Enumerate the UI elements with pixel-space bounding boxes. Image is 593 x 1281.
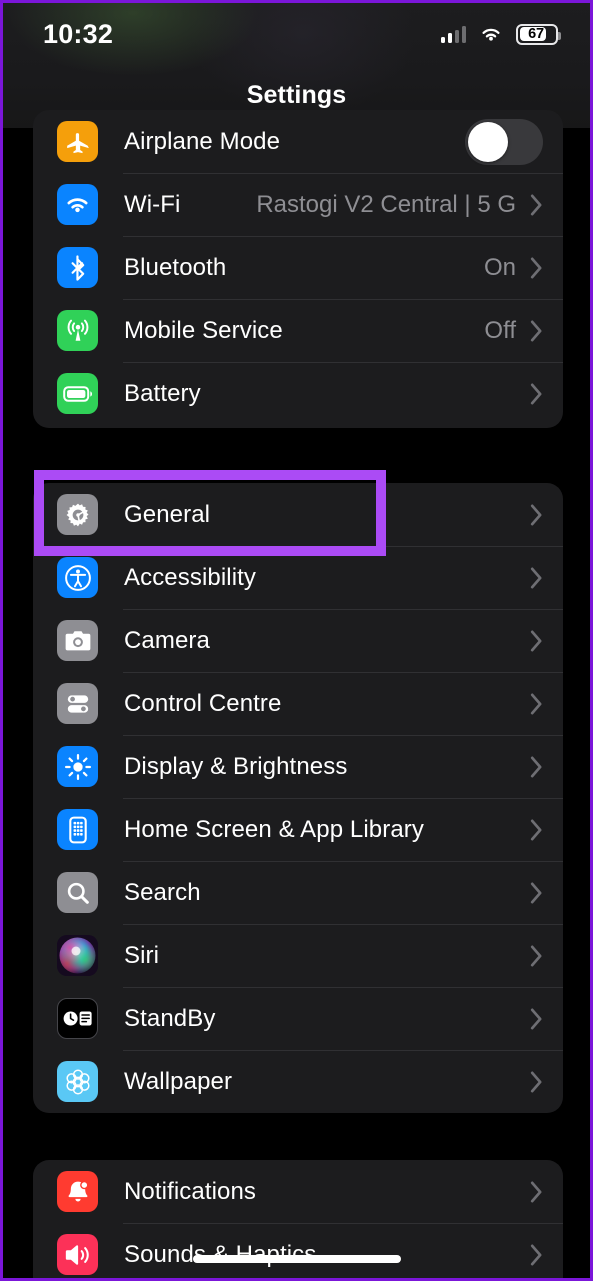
battery-icon xyxy=(57,373,98,414)
settings-row-label: StandBy xyxy=(124,1004,216,1032)
wifi-icon xyxy=(479,25,503,43)
standby-icon xyxy=(57,998,98,1039)
settings-row-label: Airplane Mode xyxy=(124,127,281,155)
settings-row-label: Battery xyxy=(124,379,201,407)
accessibility-icon xyxy=(57,557,98,598)
settings-row-search[interactable]: Search xyxy=(33,861,563,924)
chevron-right-icon xyxy=(530,755,543,778)
chevron-right-icon xyxy=(530,1007,543,1030)
settings-row-wallpaper[interactable]: Wallpaper xyxy=(33,1050,563,1113)
settings-row-label: Wi-Fi xyxy=(124,190,181,218)
bell-icon xyxy=(57,1171,98,1212)
settings-row-sounds-haptics[interactable]: Sounds & Haptics xyxy=(33,1223,563,1278)
cellular-bars-icon xyxy=(440,25,466,43)
settings-row-label: Siri xyxy=(124,941,160,969)
battery-percent-label: 67 xyxy=(528,26,544,42)
wifi-network-value: Rastogi V2 Central | 5 G xyxy=(256,190,516,218)
settings-row-label: Display & Brightness xyxy=(124,752,348,780)
settings-row-battery[interactable]: Battery xyxy=(33,362,563,425)
settings-row-control-centre[interactable]: Control Centre xyxy=(33,672,563,735)
chevron-right-icon xyxy=(530,1070,543,1093)
mobile-service-status-value: Off xyxy=(484,316,516,344)
settings-row-label: Mobile Service xyxy=(124,316,283,344)
chevron-right-icon xyxy=(530,566,543,589)
siri-icon xyxy=(57,935,98,976)
cellular-antenna-icon xyxy=(57,310,98,351)
settings-section-connectivity: Airplane Mode Wi-Fi Rastogi V2 Central |… xyxy=(33,110,563,428)
settings-row-camera[interactable]: Camera xyxy=(33,609,563,672)
control-centre-icon xyxy=(57,683,98,724)
speaker-icon xyxy=(57,1234,98,1275)
chevron-right-icon xyxy=(530,629,543,652)
settings-row-mobile-service[interactable]: Mobile Service Off xyxy=(33,299,563,362)
settings-row-label: Control Centre xyxy=(124,689,282,717)
status-bar: 10:32 67 xyxy=(3,3,590,65)
chevron-right-icon xyxy=(530,692,543,715)
settings-row-label: Home Screen & App Library xyxy=(124,815,424,843)
gear-icon xyxy=(57,494,98,535)
settings-row-wifi[interactable]: Wi-Fi Rastogi V2 Central | 5 G xyxy=(33,173,563,236)
settings-row-label: Wallpaper xyxy=(124,1067,233,1095)
chevron-right-icon xyxy=(530,881,543,904)
chevron-right-icon xyxy=(530,818,543,841)
airplane-mode-toggle[interactable] xyxy=(465,118,543,165)
home-screen-icon xyxy=(57,809,98,850)
settings-row-notifications[interactable]: Notifications xyxy=(33,1160,563,1223)
settings-row-label: Accessibility xyxy=(124,563,256,591)
settings-row-label: Bluetooth xyxy=(124,253,227,281)
chevron-right-icon xyxy=(530,382,543,405)
chevron-right-icon xyxy=(530,256,543,279)
settings-row-siri[interactable]: Siri xyxy=(33,924,563,987)
settings-row-label: Camera xyxy=(124,626,210,654)
settings-section-system: General Accessibility Camera Control Cen… xyxy=(33,483,563,1113)
battery-icon: 67 xyxy=(516,23,561,45)
chevron-right-icon xyxy=(530,944,543,967)
settings-row-display-brightness[interactable]: Display & Brightness xyxy=(33,735,563,798)
camera-icon xyxy=(57,620,98,661)
search-icon xyxy=(57,872,98,913)
settings-row-label: Notifications xyxy=(124,1177,257,1205)
settings-row-label: General xyxy=(124,500,211,528)
settings-row-general[interactable]: General xyxy=(33,483,563,546)
status-bar-clock: 10:32 xyxy=(43,18,114,49)
wifi-icon xyxy=(57,184,98,225)
chevron-right-icon xyxy=(530,1243,543,1266)
chevron-right-icon xyxy=(530,193,543,216)
settings-row-accessibility[interactable]: Accessibility xyxy=(33,546,563,609)
home-indicator[interactable] xyxy=(192,1255,401,1263)
status-bar-indicators: 67 xyxy=(440,23,561,45)
chevron-right-icon xyxy=(530,1180,543,1203)
page-title: Settings xyxy=(246,81,347,109)
settings-scroll-list[interactable]: Airplane Mode Wi-Fi Rastogi V2 Central |… xyxy=(3,110,590,1278)
settings-row-home-screen-app-library[interactable]: Home Screen & App Library xyxy=(33,798,563,861)
chevron-right-icon xyxy=(530,503,543,526)
settings-row-airplane-mode[interactable]: Airplane Mode xyxy=(33,110,563,173)
settings-row-bluetooth[interactable]: Bluetooth On xyxy=(33,236,563,299)
settings-row-standby[interactable]: StandBy xyxy=(33,987,563,1050)
wallpaper-icon xyxy=(57,1061,98,1102)
iphone-screen: 10:32 67 Settings Airplane Mode Wi-Fi Ra… xyxy=(0,0,593,1281)
airplane-icon xyxy=(57,121,98,162)
bluetooth-icon xyxy=(57,247,98,288)
settings-row-label: Search xyxy=(124,878,201,906)
chevron-right-icon xyxy=(530,319,543,342)
bluetooth-status-value: On xyxy=(483,253,516,281)
brightness-icon xyxy=(57,746,98,787)
